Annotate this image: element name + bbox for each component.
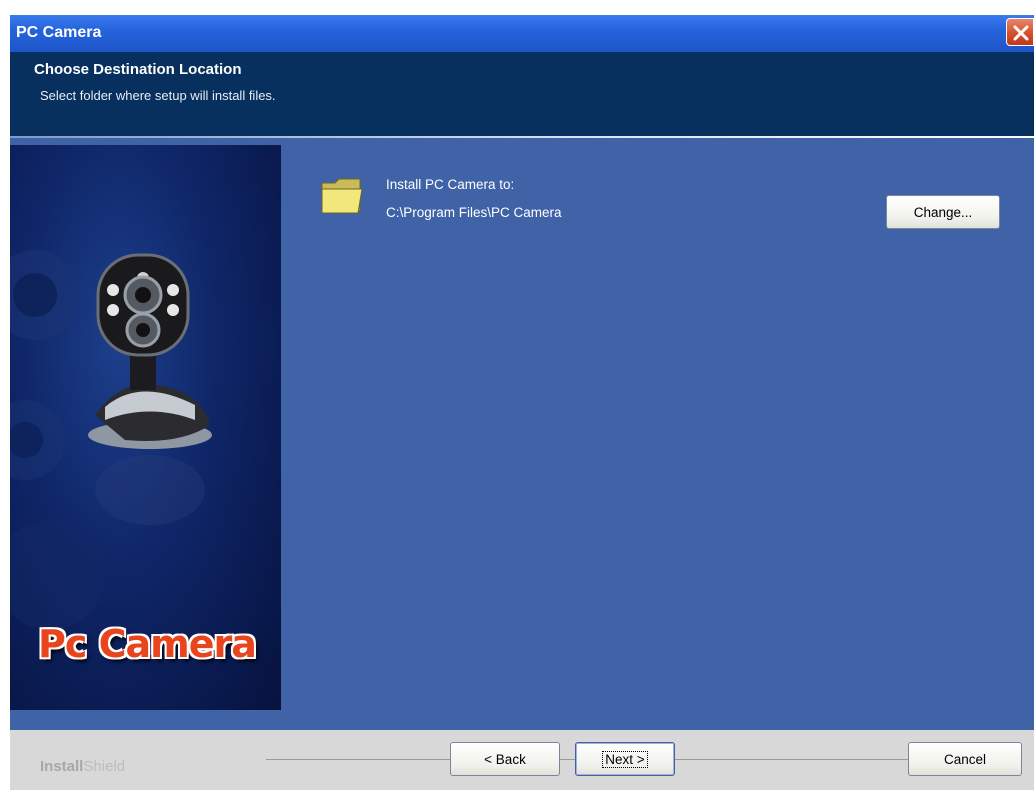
close-icon [1013,25,1029,41]
change-button-label: Change... [913,204,973,220]
window-title: PC Camera [16,24,102,41]
brand-shield: Shield [83,758,126,775]
side-banner: Pc Camera [10,145,281,710]
header-divider [10,136,1034,138]
cancel-button-label: Cancel [943,751,987,767]
header-subtitle: Select folder where setup will install f… [40,88,276,103]
next-button-label: Next > [602,750,648,768]
brand-install: Install [40,758,84,775]
installer-window: PC Camera Choose Destination Location Se… [10,15,1034,790]
install-path: C:\Program Files\PC Camera [386,205,562,220]
install-label: Install PC Camera to: [386,177,515,192]
header-title: Choose Destination Location [34,61,242,78]
folder-icon [321,178,363,214]
banner-title: Pc Camera [38,622,257,666]
back-button[interactable]: < Back [450,742,560,776]
close-button[interactable] [1006,18,1034,46]
title-bar[interactable]: PC Camera [10,15,1034,52]
back-button-label: < Back [484,751,526,767]
cancel-button[interactable]: Cancel [908,742,1022,776]
footer-bar: InstallShield < Back Next > Cancel [10,730,1034,790]
next-button[interactable]: Next > [575,742,675,776]
dialog-header: Choose Destination Location Select folde… [10,52,1034,136]
change-button[interactable]: Change... [886,195,1000,229]
installshield-brand: InstallShield [40,758,125,775]
content-panel: Install PC Camera to: C:\Program Files\P… [281,145,1034,710]
